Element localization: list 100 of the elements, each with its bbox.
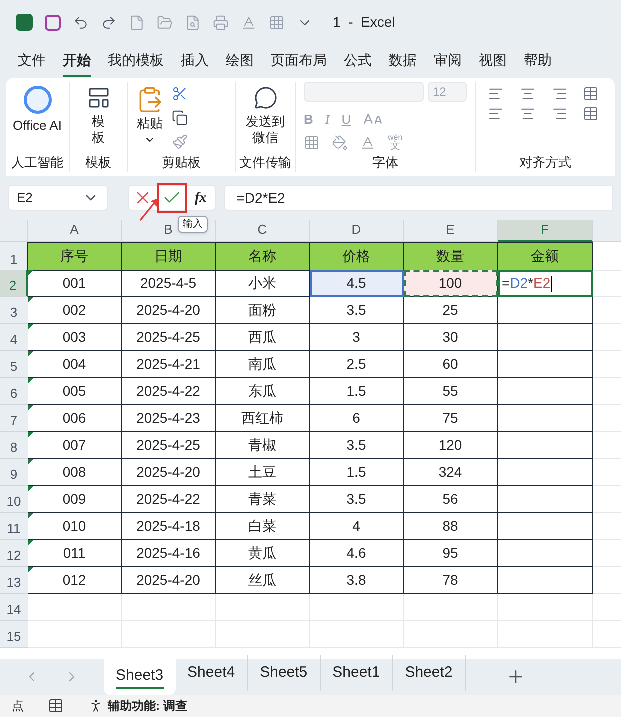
table-cell: 4.5 xyxy=(310,270,404,297)
row-header[interactable]: 7 xyxy=(0,405,28,432)
table-cell: 南瓜 xyxy=(216,351,310,378)
formula-field[interactable]: =D2*E2 xyxy=(224,185,613,211)
table-cell: 100 xyxy=(404,270,498,297)
font-color-icon[interactable] xyxy=(360,135,376,151)
table-cell: 2.5 xyxy=(310,351,404,378)
menu-tab[interactable]: 数据 xyxy=(389,46,417,77)
enter-button[interactable] xyxy=(157,183,187,213)
table-cell: 010 xyxy=(28,513,122,540)
table-cell: 3.8 xyxy=(310,567,404,594)
sheet-tab[interactable]: Sheet2 xyxy=(393,655,466,691)
row-header[interactable]: 11 xyxy=(0,513,28,540)
align-center-icon[interactable] xyxy=(520,106,536,122)
cut-icon[interactable] xyxy=(172,86,188,102)
row-header[interactable]: 13 xyxy=(0,567,28,594)
row-header[interactable]: 2 xyxy=(0,270,28,297)
row-header[interactable]: 9 xyxy=(0,459,28,486)
copy-icon[interactable] xyxy=(172,110,188,126)
menu-tab[interactable]: 帮助 xyxy=(524,46,552,77)
menu-tab[interactable]: 我的模板 xyxy=(108,46,164,77)
row-header[interactable]: 10 xyxy=(0,486,28,513)
table-cell: 005 xyxy=(28,378,122,405)
row-header[interactable]: 3 xyxy=(0,297,28,324)
table-cell: 002 xyxy=(28,297,122,324)
accessibility-button[interactable]: 辅助功能: 调查 xyxy=(88,697,188,715)
table-cell: 3.5 xyxy=(310,486,404,513)
row-header[interactable]: 6 xyxy=(0,378,28,405)
window-title: 1 - Excel xyxy=(333,13,396,32)
header-cell: 日期 xyxy=(121,242,216,270)
group-label: 人工智能 xyxy=(12,154,64,172)
column-header[interactable]: F xyxy=(498,220,593,242)
sheet-tab[interactable]: Sheet3 xyxy=(104,659,176,695)
table-cell: 西瓜 xyxy=(216,324,310,351)
format-painter-icon[interactable] xyxy=(172,134,188,150)
menu-tab[interactable]: 插入 xyxy=(181,46,209,77)
header-cell: 名称 xyxy=(215,242,310,270)
table-cell: 55 xyxy=(404,378,498,405)
row-header[interactable]: 1 xyxy=(0,242,28,270)
redo-icon[interactable] xyxy=(101,14,117,30)
font-color-icon[interactable] xyxy=(241,14,257,30)
send-to-wechat-button[interactable]: 发送到微信 xyxy=(246,82,286,152)
table-cell: 西红柿 xyxy=(216,405,310,432)
pointer-arrow xyxy=(138,198,160,222)
chat-bubble-icon xyxy=(254,86,278,110)
table-cell: 2025-4-22 xyxy=(122,378,216,405)
table-cell: 006 xyxy=(28,405,122,432)
office-ai-button[interactable]: Office AI xyxy=(12,82,64,152)
insert-function-button[interactable]: fx xyxy=(191,188,211,208)
excel-logo-icon[interactable] xyxy=(16,14,33,31)
table-cell: 黄瓜 xyxy=(216,540,310,567)
align-right-icon[interactable] xyxy=(552,86,568,102)
status-mode: 点 xyxy=(12,698,24,715)
table-cell: 1.5 xyxy=(310,378,404,405)
table-cell: 1.5 xyxy=(310,459,404,486)
editing-cell[interactable]: =D2*E2 xyxy=(498,270,593,297)
row-header[interactable]: 14 xyxy=(0,594,28,621)
row-header[interactable]: 8 xyxy=(0,432,28,459)
row-header[interactable]: 4 xyxy=(0,324,28,351)
sheet-tab[interactable]: Sheet1 xyxy=(320,655,394,691)
table-cell: 56 xyxy=(404,486,498,513)
undo-icon[interactable] xyxy=(73,14,89,30)
align-left-icon[interactable] xyxy=(488,106,504,122)
table-cell: 4 xyxy=(310,513,404,540)
menu-tab[interactable]: 绘图 xyxy=(226,46,254,77)
menu-tab[interactable]: 文件 xyxy=(18,46,46,77)
header-cell: 数量 xyxy=(403,242,498,270)
menu-tab[interactable]: 页面布局 xyxy=(271,46,327,77)
paste-button[interactable]: 粘贴 xyxy=(136,82,164,152)
table-cell: 324 xyxy=(404,459,498,486)
align-center-icon[interactable] xyxy=(520,86,536,102)
table-cell: 3.5 xyxy=(310,432,404,459)
table-cell: 2025-4-5 xyxy=(122,270,216,297)
sheet-tab[interactable]: Sheet4 xyxy=(176,655,248,691)
table-cell: 丝瓜 xyxy=(216,567,310,594)
align-right-icon[interactable] xyxy=(552,106,568,122)
template-button[interactable]: 模板 xyxy=(88,82,108,152)
table-cell: 60 xyxy=(404,351,498,378)
row-header[interactable]: 15 xyxy=(0,621,28,648)
border-icon[interactable] xyxy=(304,135,320,151)
table-cell: 2025-4-25 xyxy=(122,432,216,459)
table-cell: 白菜 xyxy=(216,513,310,540)
menu-tab[interactable]: 审阅 xyxy=(434,46,462,77)
sheet-tab[interactable]: Sheet5 xyxy=(248,655,321,691)
menu-tab[interactable]: 公式 xyxy=(344,46,372,77)
fill-color-icon[interactable] xyxy=(332,135,348,151)
row-header[interactable]: 5 xyxy=(0,351,28,378)
table-cell: 面粉 xyxy=(216,297,310,324)
table-cell: 2025-4-20 xyxy=(122,297,216,324)
header-cell: 价格 xyxy=(309,242,404,270)
name-box[interactable]: E2 xyxy=(8,185,108,211)
group-label: 字体 xyxy=(372,154,398,172)
group-label: 模板 xyxy=(86,154,112,172)
table-cell: 2025-4-20 xyxy=(122,459,216,486)
menu-tab[interactable]: 视图 xyxy=(479,46,507,77)
table-cell: 004 xyxy=(28,351,122,378)
align-left-icon[interactable] xyxy=(488,86,504,102)
font-name-field[interactable] xyxy=(304,82,424,102)
group-label: 对齐方式 xyxy=(520,154,572,172)
row-header[interactable]: 12 xyxy=(0,540,28,567)
